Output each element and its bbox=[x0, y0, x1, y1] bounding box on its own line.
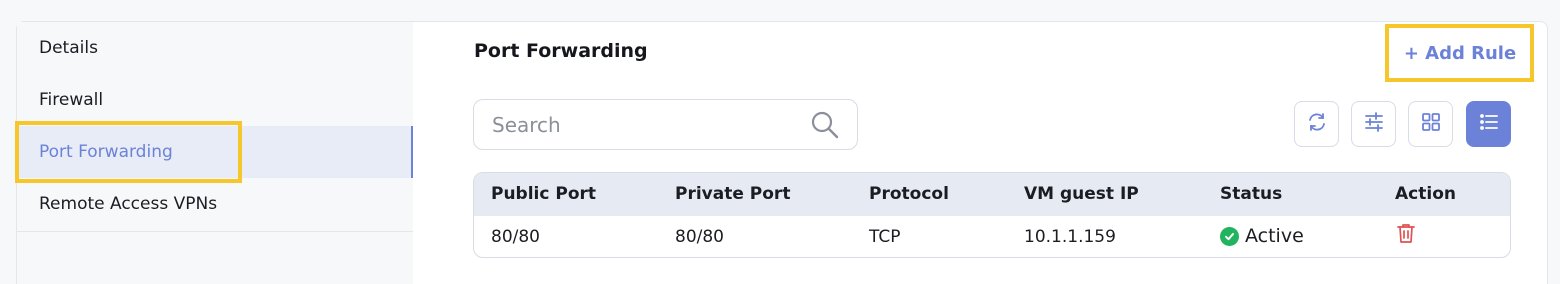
highlight-box-sidebar bbox=[15, 121, 242, 183]
list-view-icon bbox=[1478, 111, 1500, 137]
column-header-status[interactable]: Status bbox=[1220, 184, 1282, 204]
status-text: Active bbox=[1245, 225, 1304, 247]
search-icon[interactable] bbox=[810, 110, 840, 140]
sidebar-item-details[interactable]: Details bbox=[17, 22, 413, 74]
check-circle-icon bbox=[1220, 226, 1239, 246]
sidebar-item-label: Details bbox=[39, 38, 98, 58]
sidebar-item-remote-access-vpns[interactable]: Remote Access VPNs bbox=[17, 178, 413, 230]
grid-view-icon bbox=[1420, 111, 1442, 137]
page-title: Port Forwarding bbox=[474, 40, 648, 62]
column-header-private-port[interactable]: Private Port bbox=[675, 184, 790, 204]
private-port-cell: 80/80 bbox=[675, 227, 724, 247]
sidebar-item-firewall[interactable]: Firewall bbox=[17, 74, 413, 126]
public-port-cell: 80/80 bbox=[491, 227, 540, 247]
sidebar-divider bbox=[17, 231, 413, 232]
status-badge: Active bbox=[1220, 225, 1304, 247]
sidebar-item-label: Firewall bbox=[39, 90, 104, 110]
highlight-box-add-rule bbox=[1385, 24, 1534, 82]
search-box bbox=[473, 99, 858, 150]
search-input[interactable] bbox=[490, 110, 794, 140]
vm-guest-ip-cell: 10.1.1.159 bbox=[1024, 227, 1116, 247]
protocol-cell: TCP bbox=[869, 227, 901, 247]
port-forwarding-table: Public Port Private Port Protocol VM gue… bbox=[473, 172, 1511, 258]
filter-sliders-icon bbox=[1363, 111, 1385, 137]
table-header: Public Port Private Port Protocol VM gue… bbox=[474, 173, 1510, 216]
sidebar-item-label: Remote Access VPNs bbox=[39, 194, 218, 214]
column-header-public-port[interactable]: Public Port bbox=[491, 184, 596, 204]
refresh-icon bbox=[1306, 111, 1328, 137]
grid-view-button[interactable] bbox=[1408, 101, 1453, 147]
column-header-vm-guest-ip[interactable]: VM guest IP bbox=[1024, 184, 1139, 204]
trash-icon[interactable] bbox=[1395, 222, 1419, 246]
list-view-button[interactable] bbox=[1466, 101, 1511, 147]
column-header-action: Action bbox=[1395, 184, 1456, 204]
refresh-button[interactable] bbox=[1294, 101, 1339, 147]
filter-button[interactable] bbox=[1351, 101, 1396, 147]
column-header-protocol[interactable]: Protocol bbox=[869, 184, 949, 204]
